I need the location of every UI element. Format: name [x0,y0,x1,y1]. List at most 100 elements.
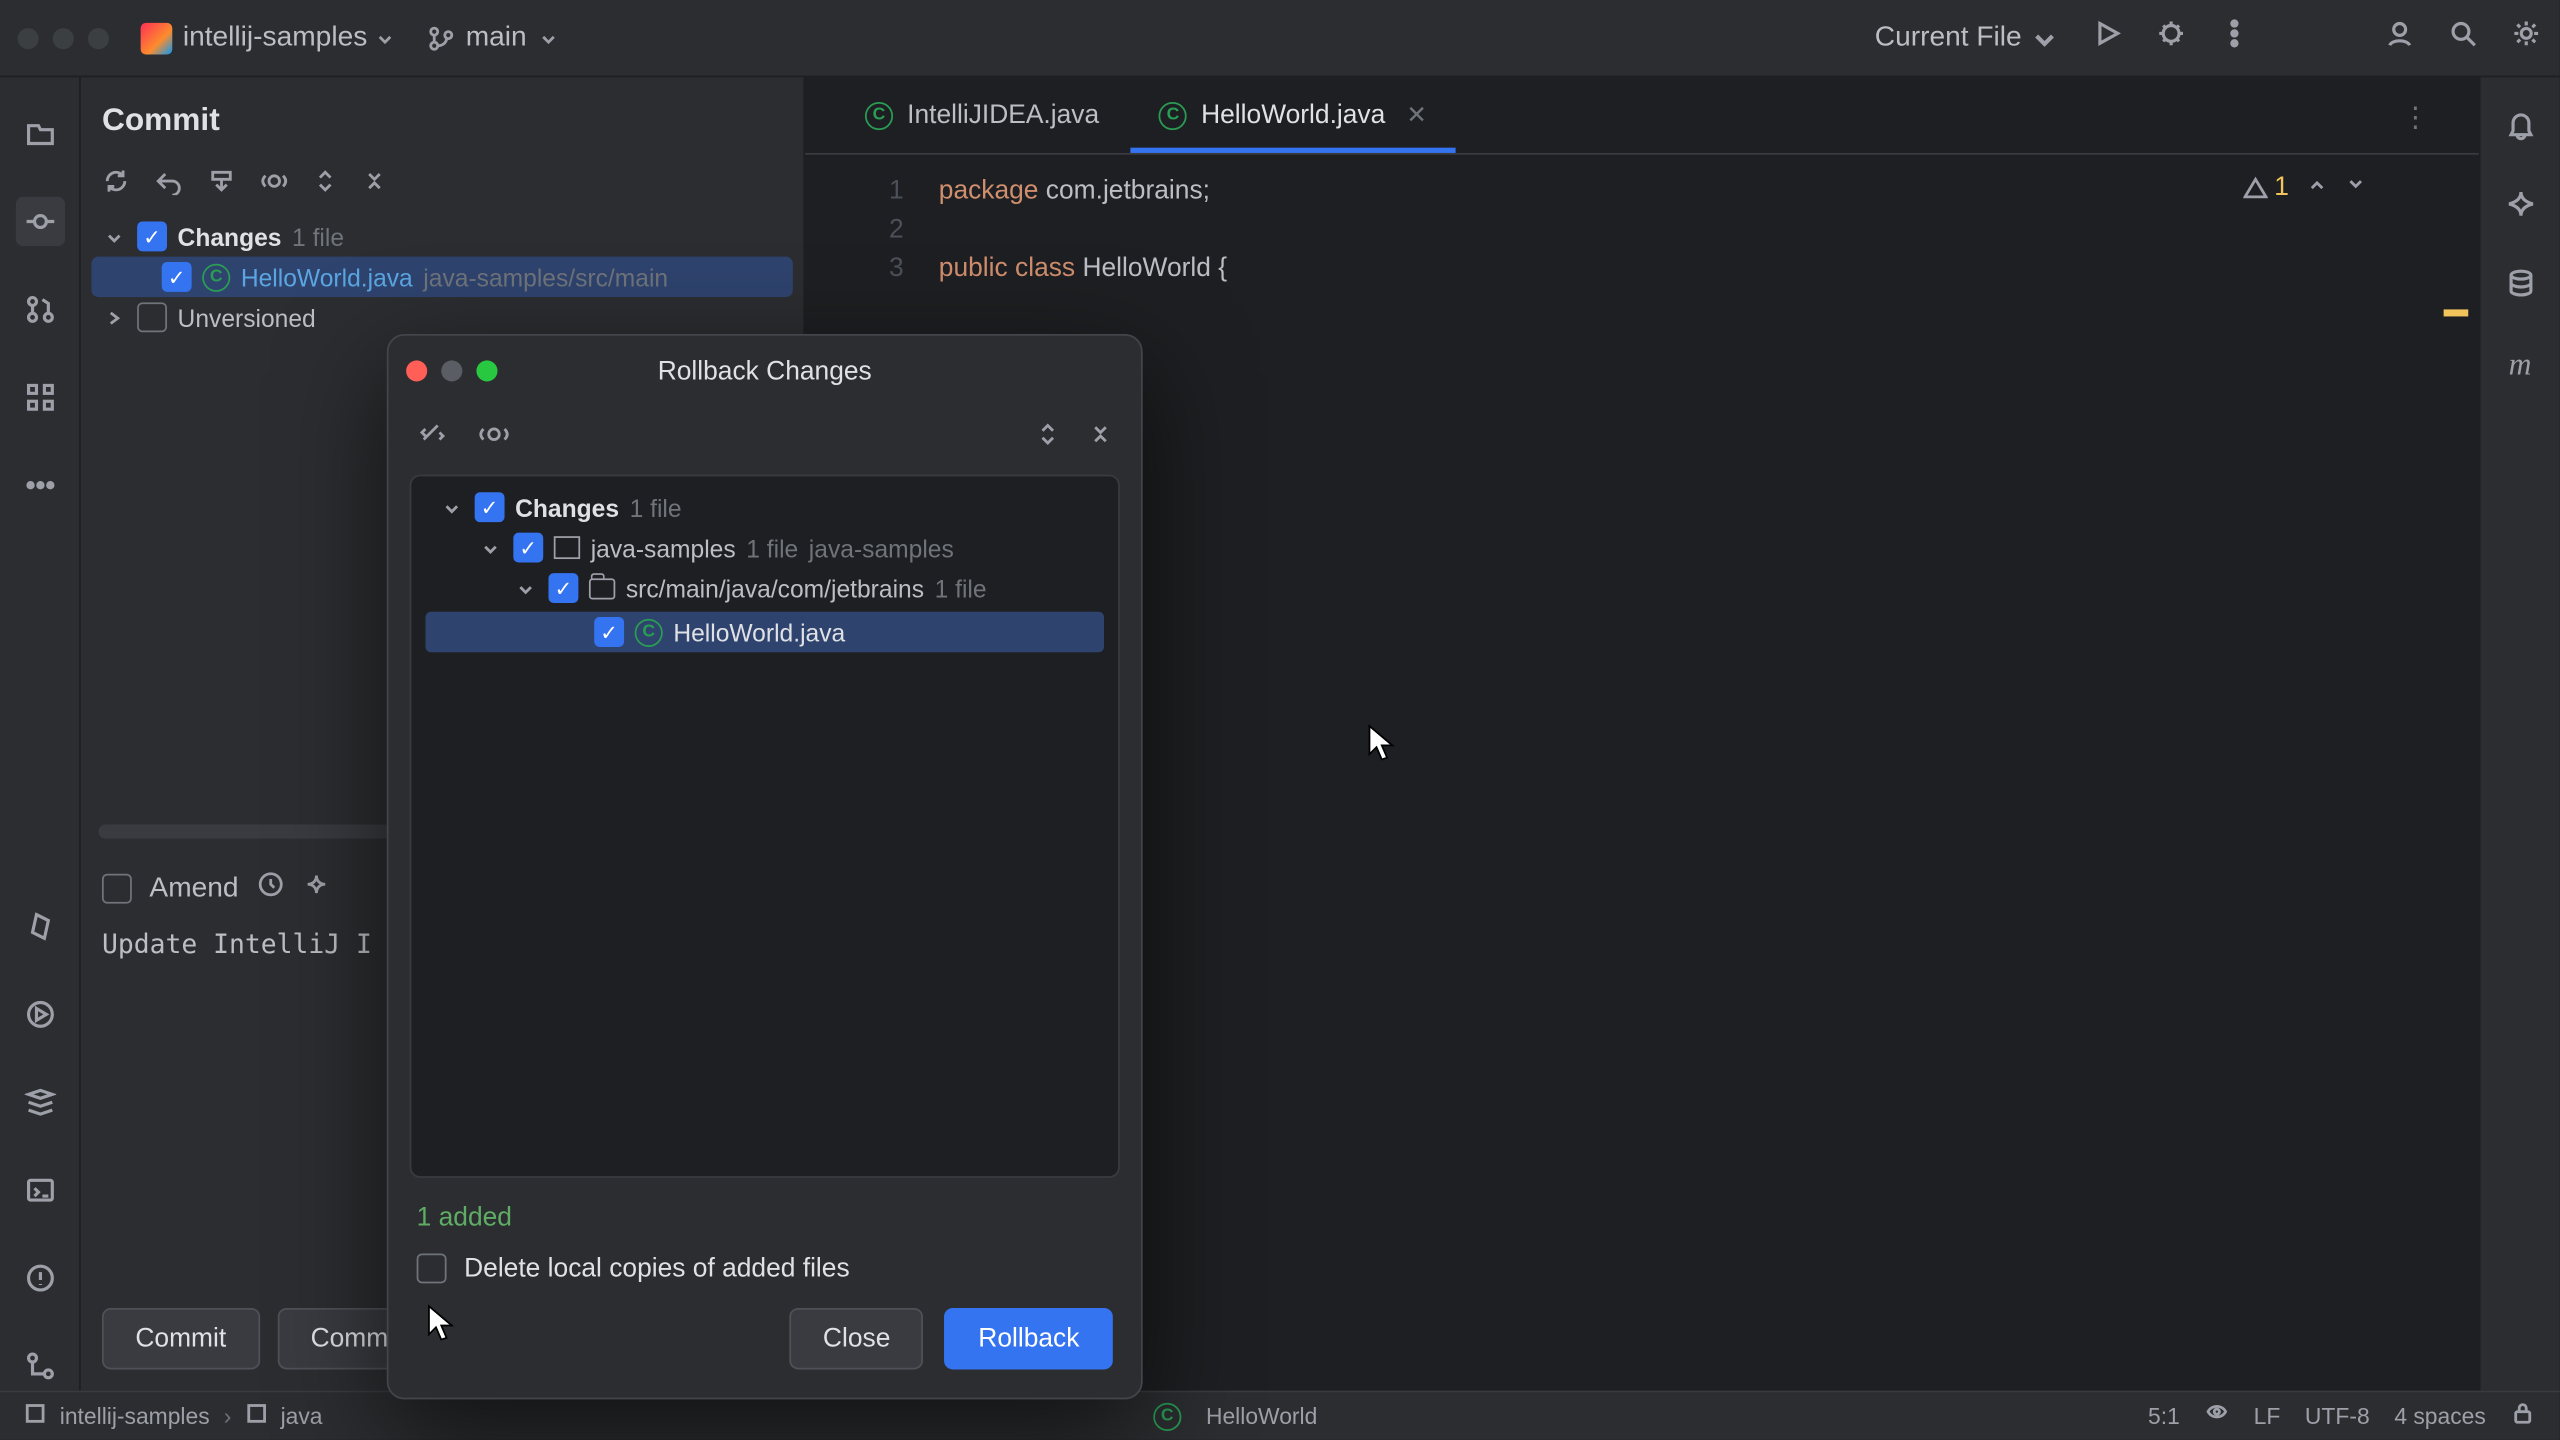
dlg-folder-row[interactable]: src/main/java/com/jetbrains 1 file [418,568,1111,608]
show-diff-icon[interactable] [476,420,511,457]
dlg-changes-group[interactable]: Changes 1 file [418,487,1111,527]
dlg-module-row[interactable]: java-samples 1 file java-samples [418,527,1111,567]
tree-scrollbar[interactable] [98,825,414,839]
structure-tool-icon[interactable] [15,373,64,422]
run-config-selector[interactable]: Current File [1875,22,2061,54]
next-highlight-icon[interactable] [2345,172,2366,202]
dialog-title: Rollback Changes [389,356,1141,386]
project-tool-icon[interactable] [15,109,64,158]
more-icon[interactable] [2219,18,2251,58]
dlg-file-row[interactable]: HelloWorld.java [425,612,1104,652]
terminal-tool-icon[interactable] [15,1166,64,1215]
indent[interactable]: 4 spaces [2394,1403,2485,1429]
editor-tab-helloworld[interactable]: HelloWorld.java ✕ [1131,83,1455,153]
line-ending[interactable]: LF [2254,1403,2281,1429]
rollback-button[interactable]: Rollback [945,1308,1113,1370]
maven-icon[interactable]: m [2509,346,2532,383]
branch-name: main [466,22,527,54]
code-token: package [939,176,1039,206]
services-tool-icon[interactable] [15,1078,64,1127]
database-icon[interactable] [2504,267,2536,307]
more-tools-icon[interactable] [15,461,64,510]
close-button[interactable]: Close [790,1308,924,1370]
folder-icon [589,578,615,599]
code-token: com.jetbrains; [1038,176,1209,206]
cursor-position[interactable]: 5:1 [2148,1403,2180,1429]
rollback-icon[interactable] [155,167,183,195]
dlg-changes-checkbox[interactable] [475,492,505,522]
dlg-module-path: java-samples [809,534,954,562]
file-name: HelloWorld.java [241,263,413,291]
shelve-icon[interactable] [207,167,235,195]
dialog-window-controls[interactable] [406,360,497,381]
file-checkbox[interactable] [162,262,192,292]
code-token: { [1211,253,1227,283]
commit-panel-title: Commit [81,77,804,156]
debug-icon[interactable] [2155,18,2187,58]
unversioned-group[interactable]: Unversioned [91,297,792,337]
run-icon[interactable] [2092,18,2124,58]
dlg-module-name: java-samples [591,534,736,562]
class-file-icon [865,101,893,129]
breadcrumb-sub[interactable]: java [281,1403,323,1429]
warnings-badge[interactable]: 1 [2243,172,2289,202]
commit-tool-icon[interactable] [15,197,64,246]
delete-copies-checkbox[interactable] [417,1253,447,1283]
class-file-icon [1153,1402,1181,1430]
dlg-folder-checkbox[interactable] [548,573,578,603]
breadcrumb-module[interactable]: intellij-samples [60,1403,210,1429]
problems-tool-icon[interactable] [15,1253,64,1302]
lock-icon[interactable] [2510,1401,2535,1431]
collapse-icon[interactable] [362,167,387,195]
pull-requests-icon[interactable] [15,285,64,334]
dlg-module-checkbox[interactable] [513,533,543,563]
close-tab-icon[interactable]: ✕ [1406,100,1427,130]
min-dot[interactable] [53,27,74,48]
account-icon[interactable] [2384,18,2416,58]
notifications-icon[interactable] [2504,109,2536,149]
group-by-icon[interactable] [417,420,449,457]
window-controls[interactable] [18,27,109,48]
reader-mode-icon[interactable] [2204,1401,2229,1431]
settings-icon[interactable] [2510,18,2542,58]
ai-assistant-icon[interactable] [2504,188,2536,228]
warning-marker[interactable] [2444,309,2469,316]
ai-icon[interactable] [302,870,330,907]
expand-all-icon[interactable] [1035,420,1060,457]
build-tool-icon[interactable] [15,902,64,951]
diff-icon[interactable] [260,167,288,195]
breadcrumb-class[interactable]: HelloWorld [1206,1403,1317,1429]
changes-group[interactable]: Changes 1 file [91,216,792,256]
max-dot[interactable] [88,27,109,48]
branch-selector[interactable]: main [427,22,558,54]
project-selector[interactable]: intellij-samples [183,22,396,54]
encoding[interactable]: UTF-8 [2305,1403,2370,1429]
file-path: java-samples/src/main [423,263,668,291]
refresh-icon[interactable] [102,167,130,195]
class-file-icon [202,263,230,291]
changed-file-row[interactable]: HelloWorld.java java-samples/src/main [91,257,792,297]
amend-checkbox[interactable] [102,874,132,904]
vcs-tool-icon[interactable] [15,1341,64,1390]
module-icon [245,1403,266,1429]
close-dot[interactable] [18,27,39,48]
history-icon[interactable] [256,870,284,907]
collapse-all-icon[interactable] [1088,420,1113,457]
expand-icon[interactable] [313,167,338,195]
unversioned-checkbox[interactable] [137,302,167,332]
tab-label: HelloWorld.java [1201,100,1385,130]
run-tool-icon[interactable] [15,990,64,1039]
search-icon[interactable] [2447,18,2479,58]
prev-highlight-icon[interactable] [2306,172,2327,202]
module-icon [25,1403,46,1429]
editor-tab-intellijidea[interactable]: IntelliJIDEA.java [837,83,1127,153]
project-name: intellij-samples [183,22,367,54]
rollback-dialog: Rollback Changes Changes 1 file java-sam… [387,334,1143,1399]
dlg-changes-count: 1 file [630,493,682,521]
tabs-more-icon[interactable]: ⋮ [2384,83,2447,153]
changes-label: Changes [178,222,282,250]
run-config-label: Current File [1875,22,2022,54]
commit-button[interactable]: Commit [102,1308,260,1370]
dlg-file-checkbox[interactable] [594,617,624,647]
changes-checkbox[interactable] [137,222,167,252]
